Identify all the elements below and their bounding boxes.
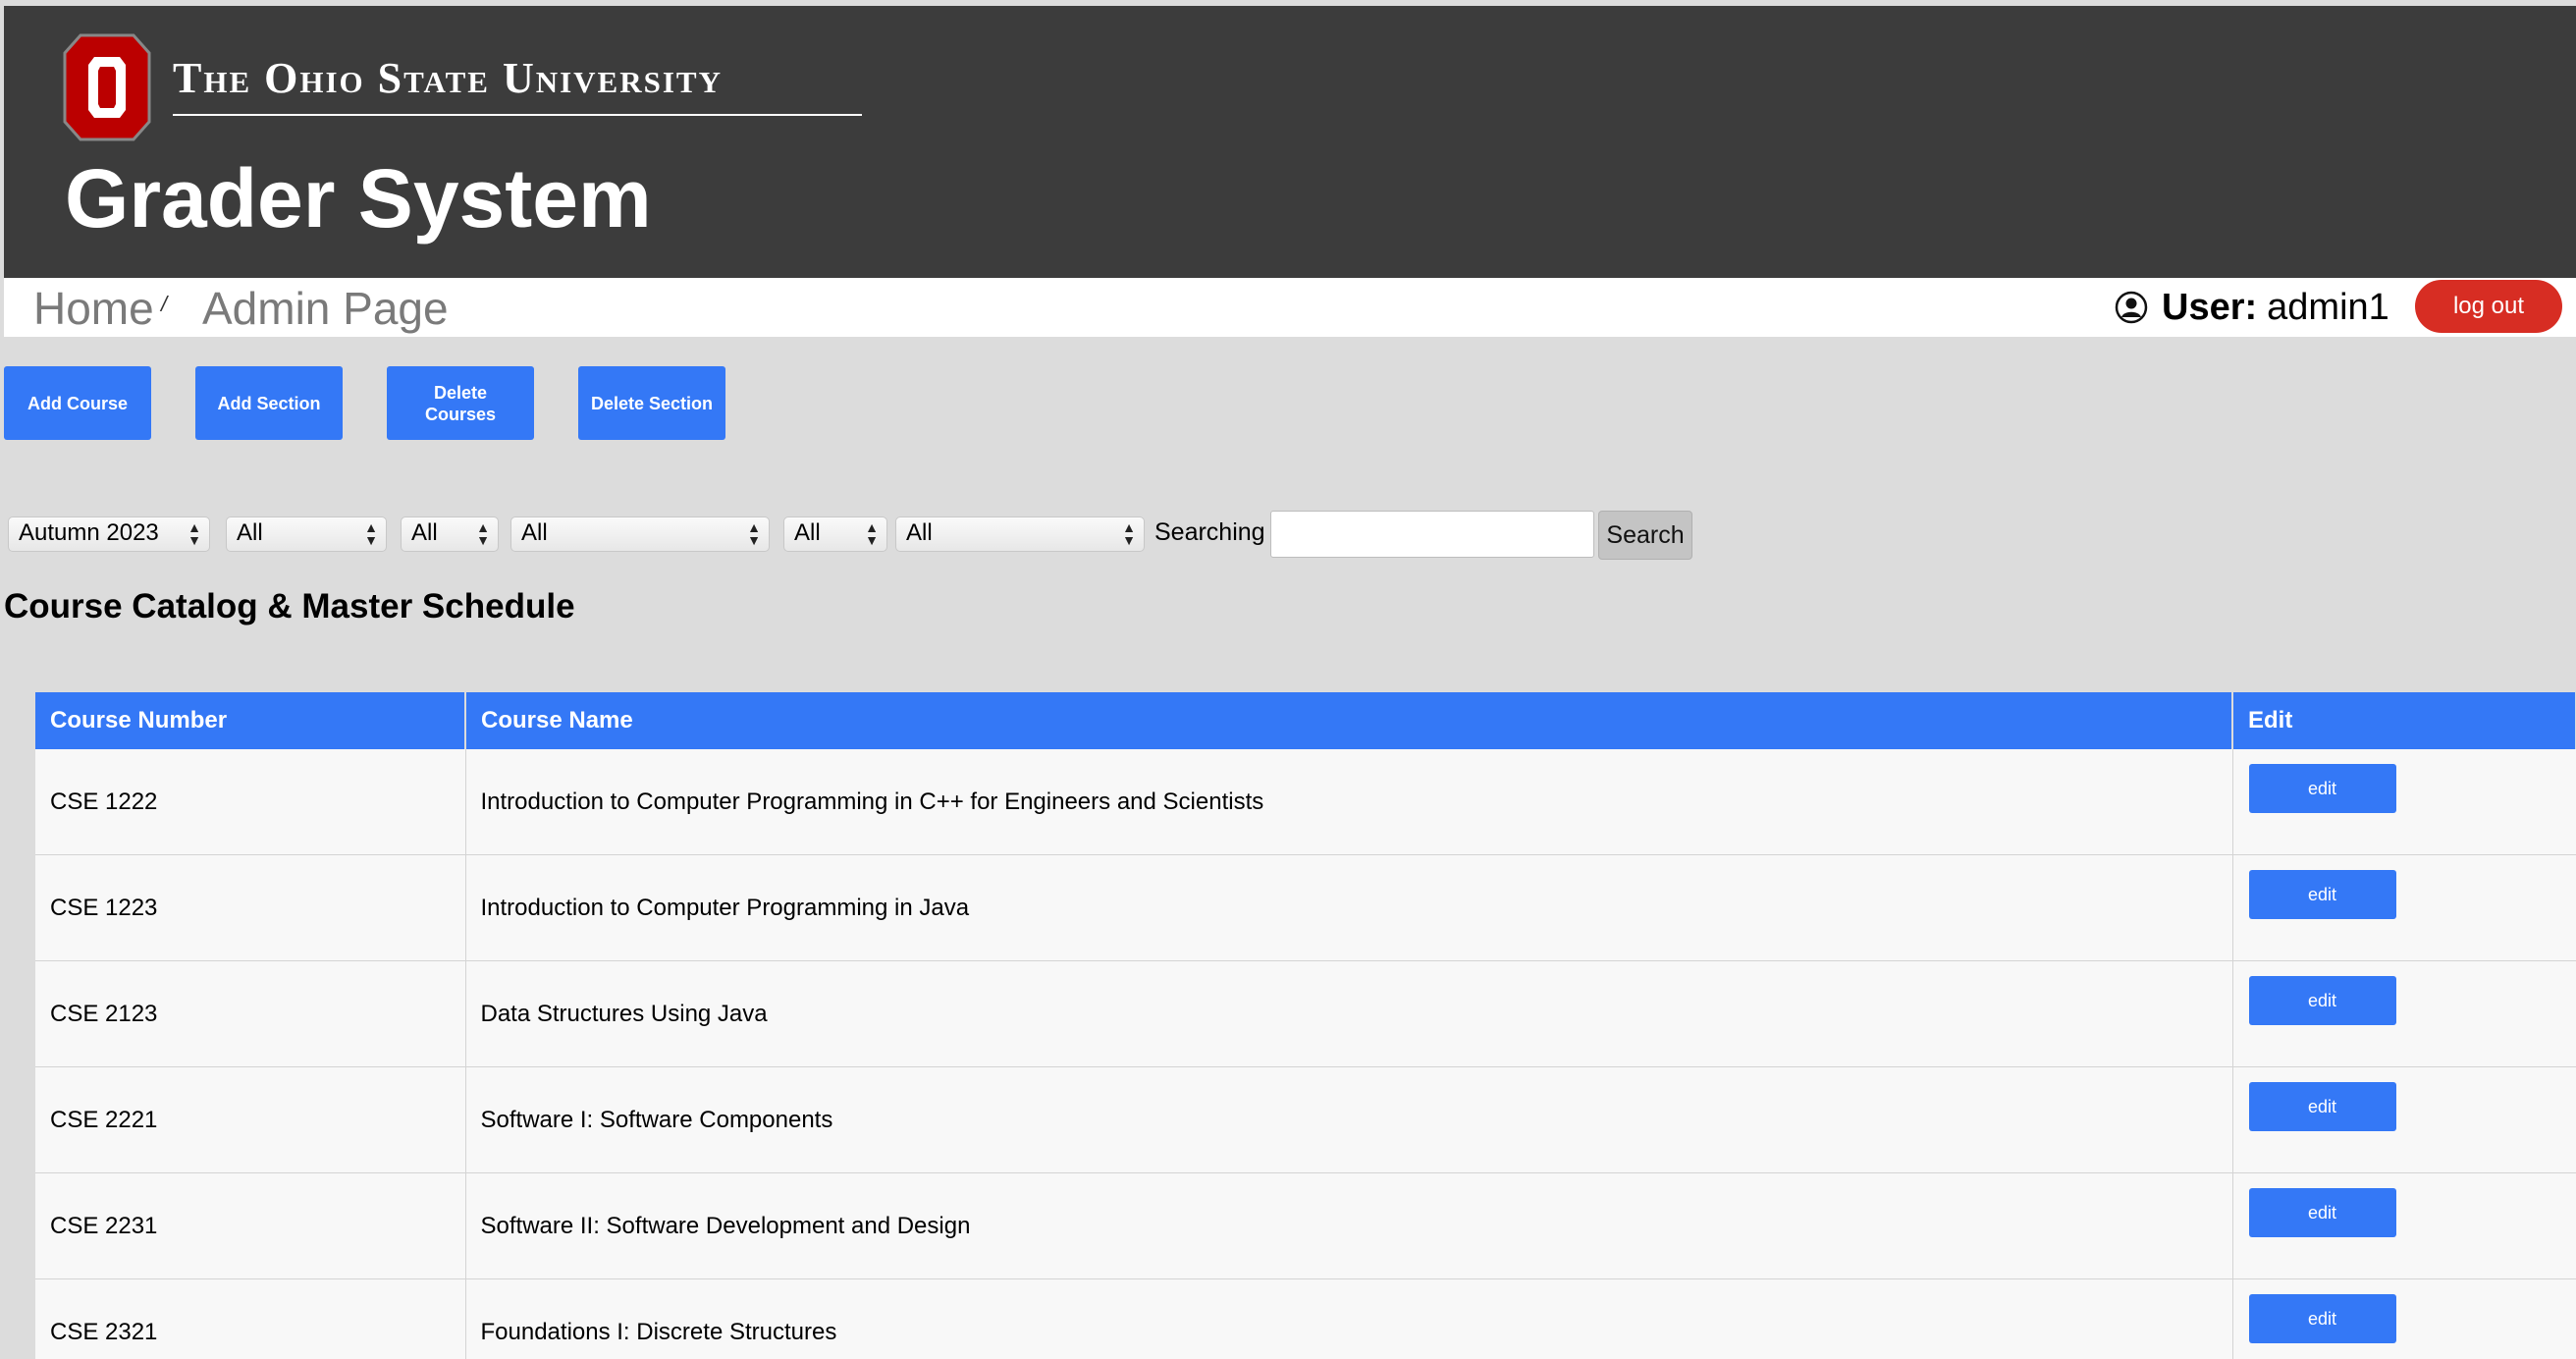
course-number-cell: CSE 2221 (35, 1066, 466, 1173)
filter-select-5-value: All (906, 519, 933, 546)
user-name: admin1 (2267, 286, 2389, 328)
add-course-button[interactable]: Add Course (4, 366, 151, 440)
select-arrows-icon: ▲ ▼ (747, 519, 761, 548)
course-name-cell: Data Structures Using Java (465, 960, 2233, 1067)
user-label: User: (2162, 286, 2258, 328)
term-select[interactable]: Autumn 2023 ▲ ▼ (8, 516, 210, 552)
filter-select-3-value: All (521, 519, 548, 546)
block-o-logo-icon (63, 33, 151, 141)
edit-button[interactable]: edit (2248, 1294, 2396, 1343)
breadcrumb-bar: Home / Admin Page User: admin1 log out (4, 278, 2576, 337)
edit-cell: edit (2232, 854, 2576, 961)
table-row: CSE 1222 Introduction to Computer Progra… (35, 749, 2576, 855)
table-row: CSE 1223 Introduction to Computer Progra… (35, 854, 2576, 961)
search-input[interactable] (1270, 511, 1594, 558)
course-name-cell: Software II: Software Development and De… (465, 1172, 2233, 1279)
course-table: Course Number Course Name Edit CSE 1222 … (35, 692, 2576, 1359)
breadcrumb-home[interactable]: Home (33, 282, 154, 335)
osu-logo[interactable]: The Ohio State University (63, 33, 862, 141)
filter-select-5[interactable]: All ▲ ▼ (895, 516, 1145, 552)
course-number-cell: CSE 1223 (35, 854, 466, 961)
edit-cell: edit (2232, 1172, 2576, 1279)
edit-cell: edit (2232, 1066, 2576, 1173)
term-select-value: Autumn 2023 (19, 519, 159, 546)
select-arrows-icon: ▲ ▼ (476, 519, 490, 548)
logout-button[interactable]: log out (2415, 280, 2562, 333)
column-header-edit: Edit (2232, 692, 2576, 749)
select-arrows-icon: ▲ ▼ (364, 519, 378, 548)
edit-button[interactable]: edit (2248, 1082, 2396, 1131)
edit-cell: edit (2232, 749, 2576, 855)
edit-button[interactable]: edit (2248, 1188, 2396, 1237)
filter-select-1[interactable]: All ▲ ▼ (226, 516, 387, 552)
delete-courses-button[interactable]: Delete Courses (387, 366, 534, 440)
breadcrumb-separator: / (161, 292, 168, 316)
search-button[interactable]: Search (1598, 511, 1692, 560)
course-name-cell: Software I: Software Components (465, 1066, 2233, 1173)
course-name-cell: Introduction to Computer Programming in … (465, 749, 2233, 855)
filter-select-4-value: All (794, 519, 821, 546)
edit-button[interactable]: edit (2248, 870, 2396, 919)
table-row: CSE 2221 Software I: Software Components… (35, 1066, 2576, 1173)
table-header-row: Course Number Course Name Edit (35, 692, 2576, 749)
user-avatar-icon (2115, 291, 2148, 324)
select-arrows-icon: ▲ ▼ (865, 519, 879, 548)
university-name: The Ohio State University (173, 54, 723, 102)
edit-cell: edit (2232, 960, 2576, 1067)
course-number-cell: CSE 1222 (35, 749, 466, 855)
logo-underline (173, 114, 862, 116)
search-label: Searching (1154, 518, 1265, 546)
user-info: User: admin1 (2115, 284, 2389, 331)
filter-select-2[interactable]: All ▲ ▼ (401, 516, 499, 552)
page-title: Course Catalog & Master Schedule (4, 587, 575, 625)
course-number-cell: CSE 2231 (35, 1172, 466, 1279)
select-arrows-icon: ▲ ▼ (1122, 519, 1136, 548)
course-number-cell: CSE 2321 (35, 1278, 466, 1359)
edit-button[interactable]: edit (2248, 976, 2396, 1025)
filter-select-1-value: All (237, 519, 263, 546)
select-arrows-icon: ▲ ▼ (188, 519, 201, 548)
app-title: Grader System (65, 152, 652, 245)
column-header-course-name: Course Name (465, 692, 2233, 749)
filter-select-3[interactable]: All ▲ ▼ (510, 516, 770, 552)
filter-select-2-value: All (411, 519, 438, 546)
edit-button[interactable]: edit (2248, 764, 2396, 813)
course-table-container: Course Number Course Name Edit CSE 1222 … (35, 692, 2576, 1359)
filter-bar: Autumn 2023 ▲ ▼ All ▲ ▼ All ▲ ▼ All ▲ ▼ All … (8, 511, 1971, 560)
column-header-course-number: Course Number (35, 692, 466, 749)
table-row: CSE 2231 Software II: Software Developme… (35, 1172, 2576, 1279)
delete-section-button[interactable]: Delete Section (578, 366, 725, 440)
course-number-cell: CSE 2123 (35, 960, 466, 1067)
course-name-cell: Foundations I: Discrete Structures (465, 1278, 2233, 1359)
breadcrumb-current: Admin Page (202, 283, 449, 334)
table-row: CSE 2321 Foundations I: Discrete Structu… (35, 1278, 2576, 1359)
edit-cell: edit (2232, 1278, 2576, 1359)
add-section-button[interactable]: Add Section (195, 366, 343, 440)
filter-select-4[interactable]: All ▲ ▼ (783, 516, 887, 552)
course-name-cell: Introduction to Computer Programming in … (465, 854, 2233, 961)
table-row: CSE 2123 Data Structures Using Java edit (35, 960, 2576, 1067)
site-header: The Ohio State University Grader System (4, 6, 2576, 278)
